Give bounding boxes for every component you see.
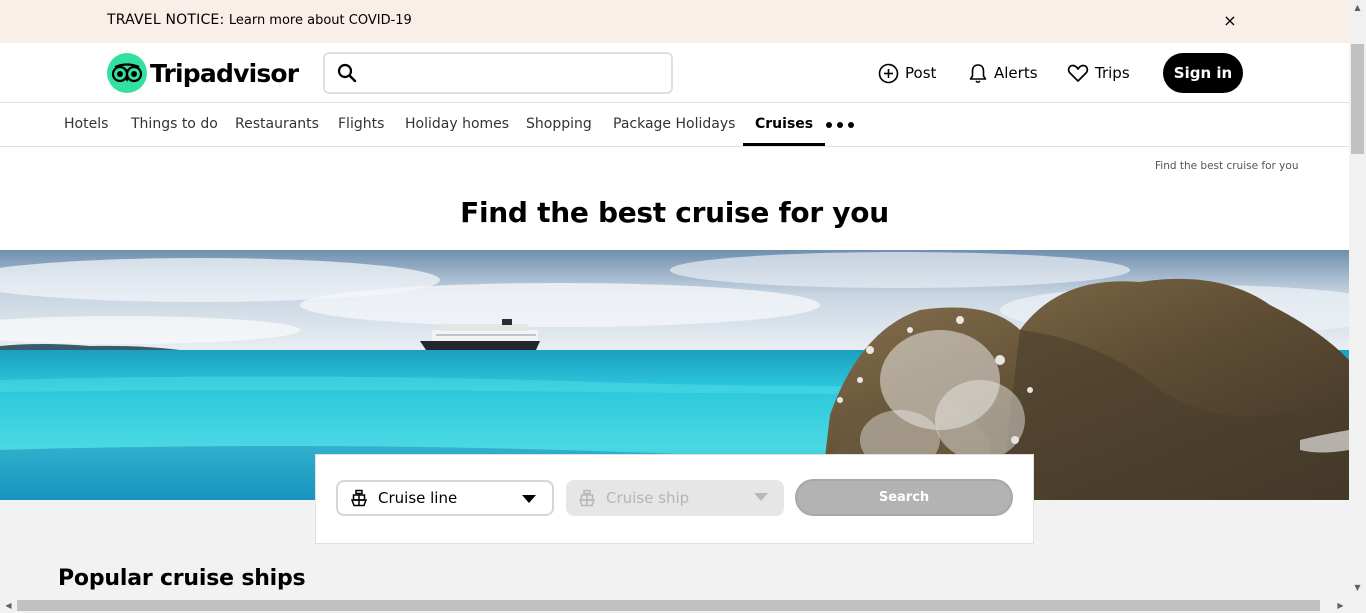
scroll-right-icon[interactable]: ▶ [1335, 600, 1346, 611]
page-title: Find the best cruise for you [460, 196, 889, 229]
tab-hotels[interactable]: Hotels [64, 104, 108, 146]
more-dots-icon[interactable] [826, 117, 854, 133]
trips-button[interactable]: Trips [1067, 54, 1130, 92]
tab-holiday-homes[interactable]: Holiday homes [405, 104, 509, 146]
tripadvisor-owl-logo-icon [107, 53, 147, 93]
cruise-ship-label: Cruise ship [606, 489, 690, 507]
site-header: Tripadvisor Post Alerts Trips Sign in [0, 43, 1349, 103]
ship-icon [578, 489, 596, 507]
cruise-line-label: Cruise line [378, 489, 458, 507]
ship-icon [350, 489, 368, 507]
tab-flights[interactable]: Flights [338, 104, 384, 146]
tab-cruises[interactable]: Cruises [743, 104, 826, 146]
tab-things-to-do[interactable]: Things to do [131, 104, 218, 146]
search-icon [337, 63, 357, 83]
travel-notice-bar: TRAVEL NOTICE: Learn more about COVID-19… [0, 0, 1349, 43]
sign-in-button[interactable]: Sign in [1163, 53, 1243, 93]
alerts-button[interactable]: Alerts [968, 54, 1038, 92]
close-icon[interactable]: × [1221, 12, 1239, 30]
post-button[interactable]: Post [878, 54, 936, 92]
travel-notice: TRAVEL NOTICE: Learn more about COVID-19 [107, 12, 412, 28]
scroll-left-icon[interactable]: ◀ [3, 600, 14, 611]
chevron-down-icon [522, 495, 536, 503]
page: TRAVEL NOTICE: Learn more about COVID-19… [0, 0, 1366, 613]
search-box[interactable] [323, 52, 673, 94]
plus-circle-icon [878, 63, 899, 83]
alerts-label: Alerts [994, 64, 1038, 82]
heart-icon [1067, 64, 1089, 82]
breadcrumb: Find the best cruise for you [1155, 160, 1299, 172]
trips-label: Trips [1095, 64, 1130, 82]
vertical-scroll-thumb[interactable] [1351, 44, 1364, 154]
brand-name: Tripadvisor [150, 58, 299, 88]
search-button[interactable]: Search [795, 479, 1013, 516]
search-input[interactable] [365, 60, 665, 86]
post-label: Post [905, 64, 937, 82]
chevron-down-icon [754, 493, 768, 501]
tab-restaurants[interactable]: Restaurants [235, 104, 319, 146]
cruise-ship-select[interactable]: Cruise ship [566, 480, 784, 516]
covid-info-link[interactable]: Learn more about COVID-19 [229, 13, 412, 28]
horizontal-scroll-thumb[interactable] [17, 600, 1320, 611]
scroll-down-icon[interactable]: ▼ [1352, 582, 1363, 593]
tab-shopping[interactable]: Shopping [526, 104, 592, 146]
category-tabs: Hotels Things to do Restaurants Flights … [0, 104, 1349, 147]
cruise-search-card: Cruise line Cruise ship Search [315, 454, 1034, 544]
travel-notice-label: TRAVEL NOTICE: [107, 12, 225, 28]
tripadvisor-logo[interactable]: Tripadvisor [107, 53, 299, 93]
cruise-line-select[interactable]: Cruise line [336, 480, 554, 516]
tab-package-holidays[interactable]: Package Holidays [613, 104, 735, 146]
section-title: Popular cruise ships [58, 566, 306, 591]
bell-icon [969, 63, 987, 83]
scroll-up-icon[interactable]: ▲ [1352, 2, 1363, 13]
